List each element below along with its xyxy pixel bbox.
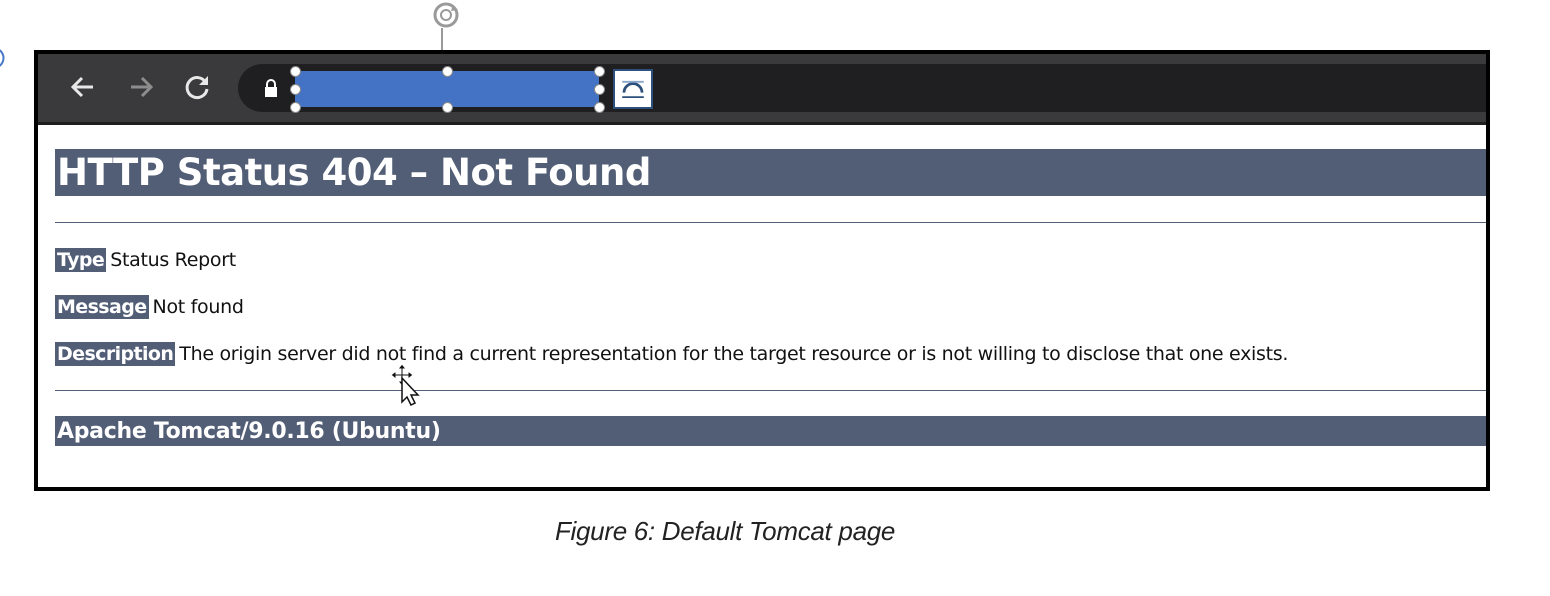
browser-toolbar <box>38 54 1486 125</box>
cast-icon[interactable] <box>613 69 653 109</box>
description-label: Description <box>55 342 176 366</box>
description-row: Description The origin server did not fin… <box>55 342 1289 366</box>
page-title: HTTP Status 404 – Not Found <box>55 149 1486 196</box>
reload-icon[interactable] <box>183 72 213 102</box>
selection-handle[interactable] <box>290 102 301 113</box>
back-arrow-icon[interactable] <box>68 72 98 102</box>
selection-handle[interactable] <box>594 102 605 113</box>
address-bar[interactable] <box>238 64 1486 113</box>
divider <box>55 222 1486 223</box>
lock-icon <box>265 79 277 97</box>
selection-handle[interactable] <box>290 66 301 77</box>
rotate-handle-icon[interactable] <box>429 1 463 31</box>
move-cursor-icon <box>390 363 420 406</box>
selection-handle[interactable] <box>594 84 605 95</box>
divider <box>55 390 1486 391</box>
message-value: Not found <box>152 296 244 318</box>
browser-screenshot: HTTP Status 404 – Not Found Type Status R… <box>34 50 1490 491</box>
figure-caption: Figure 6: Default Tomcat page <box>554 516 896 546</box>
message-row: Message Not found <box>55 295 244 319</box>
selection-handle[interactable] <box>442 102 453 113</box>
type-value: Status Report <box>110 249 236 271</box>
type-row: Type Status Report <box>55 248 236 272</box>
type-label: Type <box>55 248 107 272</box>
description-value: The origin server did not find a current… <box>179 343 1289 365</box>
error-page: HTTP Status 404 – Not Found Type Status R… <box>55 149 1486 446</box>
edge-curve-icon <box>0 49 5 67</box>
selection-handle[interactable] <box>442 66 453 77</box>
server-footer: Apache Tomcat/9.0.16 (Ubuntu) <box>55 416 1486 446</box>
message-label: Message <box>55 295 149 319</box>
forward-arrow-icon[interactable] <box>126 72 156 102</box>
selection-handle[interactable] <box>290 84 301 95</box>
selection-handle[interactable] <box>594 66 605 77</box>
